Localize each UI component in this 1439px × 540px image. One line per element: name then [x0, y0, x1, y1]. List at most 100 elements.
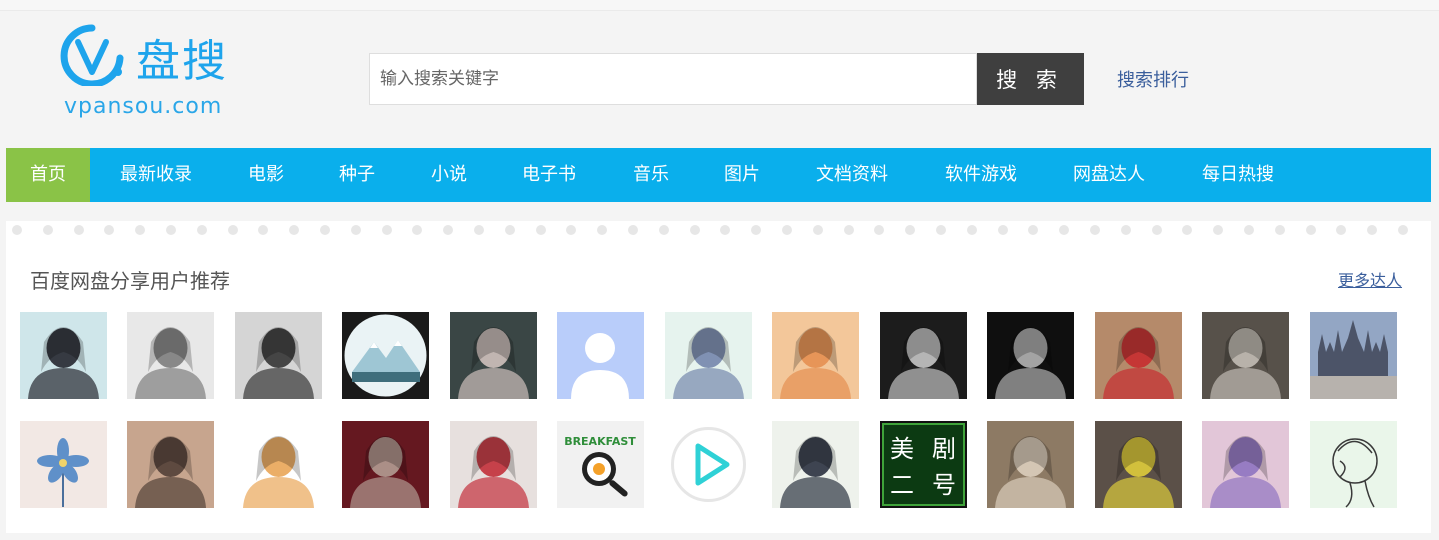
deco-dot [566, 225, 577, 235]
avatar-hooded-old-man-image [342, 421, 429, 508]
deco-dot [936, 225, 946, 235]
avatar-line-art-girl-image [1310, 421, 1397, 508]
svg-text:剧: 剧 [932, 435, 956, 463]
search-ranking-link[interactable]: 搜索排行 [1117, 66, 1189, 92]
deco-dot [104, 225, 115, 235]
avatar-cute-anime-icon[interactable] [235, 421, 322, 508]
avatar-hooded-old-man-icon[interactable] [342, 421, 429, 508]
deco-dot [504, 225, 515, 235]
avatar-purple-anime-icon[interactable] [1202, 421, 1289, 508]
avatar-line-art-girl-icon[interactable] [1310, 421, 1397, 508]
deco-dot [1120, 225, 1131, 235]
svg-text:号: 号 [932, 471, 956, 499]
deco-dot [905, 225, 916, 235]
deco-dot [412, 225, 423, 235]
nav-item-11[interactable]: 每日热搜 [1202, 148, 1274, 202]
avatar-default-user-image [557, 312, 644, 399]
logo-v-icon [60, 24, 124, 86]
deco-dot [1090, 225, 1100, 235]
deco-dot [1244, 225, 1254, 235]
deco-dot [1367, 225, 1378, 235]
nav-item-9[interactable]: 软件游戏 [945, 148, 1017, 202]
avatar-anime-red-flower-image [450, 421, 537, 508]
svg-text:二: 二 [890, 471, 914, 499]
nav-item-10[interactable]: 网盘达人 [1073, 148, 1145, 202]
avatar-girl-decorated-image [1095, 421, 1182, 508]
avatar-dark-anime-icon[interactable] [450, 312, 537, 399]
avatar-default-user-icon[interactable] [557, 312, 644, 399]
avatar-play-button-image [665, 421, 752, 508]
avatar-bw-figure-icon[interactable] [235, 312, 322, 399]
deco-dot [381, 225, 392, 235]
deco-dot [997, 225, 1008, 235]
nav-item-3[interactable]: 种子 [339, 148, 375, 202]
deco-dot [350, 225, 361, 235]
nav-item-1[interactable]: 最新收录 [120, 148, 192, 202]
avatar-dark-anime-image [450, 312, 537, 399]
avatar-bw-hands-icon[interactable] [880, 312, 967, 399]
avatar-anime-girl-icon[interactable] [665, 312, 752, 399]
nav-item-5[interactable]: 电子书 [522, 148, 576, 202]
nav-item-8[interactable]: 文档资料 [816, 148, 888, 202]
logo-domain: vpansou.com [64, 94, 223, 119]
avatar-girl-portrait-image [20, 312, 107, 399]
deco-dot [689, 225, 700, 235]
avatar-photo-group-icon[interactable] [987, 421, 1074, 508]
avatar-bw-smoke-image [987, 312, 1074, 399]
avatar-anime-red-flower-icon[interactable] [450, 421, 537, 508]
nav-item-6[interactable]: 音乐 [633, 148, 669, 202]
recommend-panel: 百度网盘分享用户推荐 更多达人 BREAKFAST 美剧二号 [6, 221, 1431, 533]
avatar-mountain-circle-icon[interactable] [342, 312, 429, 399]
deco-dot [73, 225, 84, 235]
nav-item-7[interactable]: 图片 [724, 148, 760, 202]
deco-dot [443, 225, 454, 235]
avatar-breakfast-icon[interactable]: BREAKFAST [557, 421, 644, 508]
avatar-text-logo-icon[interactable]: 美剧二号 [880, 421, 967, 508]
deco-dot [166, 225, 176, 235]
avatar-sketch-girl-icon[interactable] [127, 312, 214, 399]
deco-dot [227, 225, 238, 235]
deco-dot [812, 225, 823, 235]
avatar-bw-smoke-icon[interactable] [987, 312, 1074, 399]
avatar-text-logo-image: 美剧二号 [880, 421, 967, 508]
nav-item-2[interactable]: 电影 [248, 148, 284, 202]
search-button[interactable]: 搜 索 [977, 53, 1084, 105]
panel-title: 百度网盘分享用户推荐 [30, 269, 230, 293]
deco-dot [1028, 225, 1039, 235]
deco-dot [843, 225, 854, 235]
avatar-blue-flower-icon[interactable] [20, 421, 107, 508]
avatar-anime-girl-image [665, 312, 752, 399]
deco-dot [874, 225, 885, 235]
avatar-photo-man-icon[interactable] [1095, 312, 1182, 399]
avatar-cathedral-icon[interactable] [1310, 312, 1397, 399]
avatar-orange-anime-icon[interactable] [772, 312, 859, 399]
avatar-bw-hands-image [880, 312, 967, 399]
deco-dot [1305, 225, 1316, 235]
deco-dot [966, 225, 977, 235]
avatar-anime-boy-icon[interactable] [772, 421, 859, 508]
deco-dot [1182, 225, 1193, 235]
avatar-girl-portrait-icon[interactable] [20, 312, 107, 399]
deco-dot [658, 225, 669, 235]
site-logo[interactable]: 盘搜 vpansou.com [58, 22, 258, 126]
avatar-mountain-circle-image [342, 312, 429, 399]
avatar-photo-man-image [1095, 312, 1182, 399]
avatar-breakfast-image: BREAKFAST [557, 421, 644, 508]
avatar-dark-warrior-icon[interactable] [1202, 312, 1289, 399]
deco-dot [320, 225, 330, 235]
avatar-photo-group-image [987, 421, 1074, 508]
avatar-play-button-icon[interactable] [665, 421, 752, 508]
avatar-mirror-girl-image [127, 421, 214, 508]
deco-dot [1398, 225, 1408, 235]
avatar-girl-decorated-icon[interactable] [1095, 421, 1182, 508]
avatar-mirror-girl-icon[interactable] [127, 421, 214, 508]
decorative-dots [6, 225, 1431, 237]
search-input[interactable] [369, 53, 977, 105]
nav-item-0[interactable]: 首页 [6, 148, 90, 202]
avatar-orange-anime-image [772, 312, 859, 399]
deco-dot [474, 225, 484, 235]
svg-text:BREAKFAST: BREAKFAST [564, 435, 636, 448]
more-users-link[interactable]: 更多达人 [1338, 267, 1402, 291]
nav-item-4[interactable]: 小说 [431, 148, 467, 202]
deco-dot [720, 225, 731, 235]
